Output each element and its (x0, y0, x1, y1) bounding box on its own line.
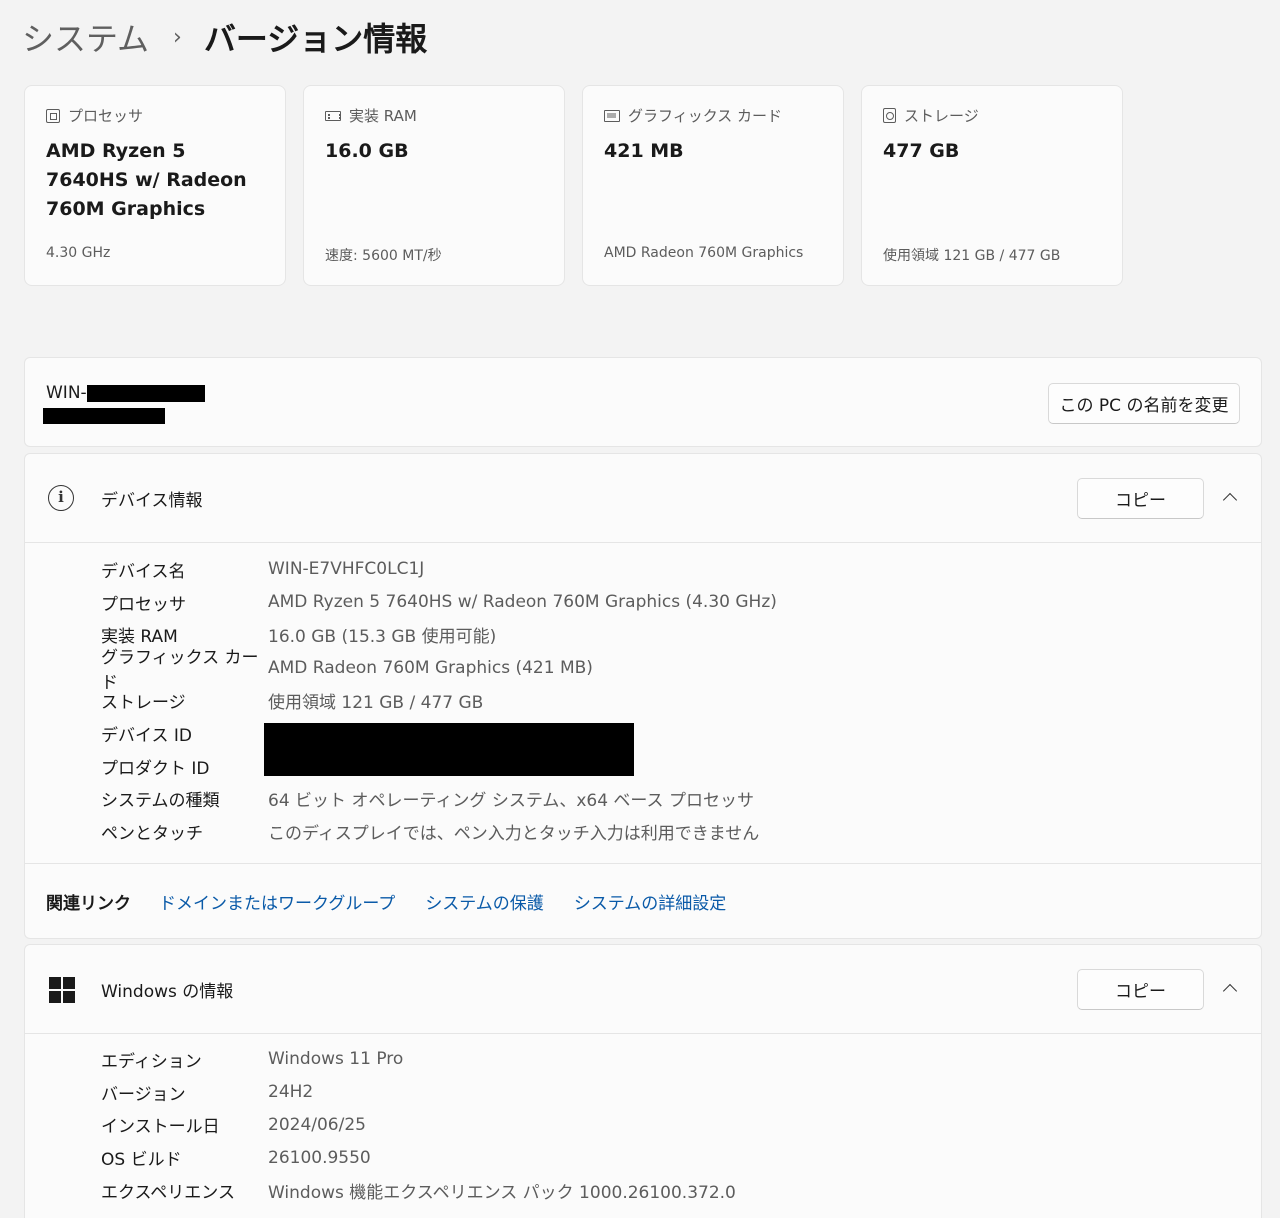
graphics-card: グラフィックス カード 421 MB AMD Radeon 760M Graph… (582, 85, 844, 286)
info-row: デバイス名 WIN-E7VHFC0LC1J (101, 553, 777, 586)
info-row: ペンとタッチ このディスプレイでは、ペン入力とタッチ入力は利用できません (101, 815, 777, 848)
domain-workgroup-link[interactable]: ドメインまたはワークグループ (159, 889, 395, 914)
section-title: Windows の情報 (101, 982, 234, 1002)
windows-info-rows: エディション Windows 11 Pro バージョン 24H2 インストール日 20… (101, 1043, 736, 1207)
card-value: 16.0 GB (325, 140, 409, 162)
card-value: 421 MB (604, 140, 684, 162)
breadcrumb-separator: › (173, 24, 182, 50)
card-value: 477 GB (883, 140, 960, 162)
advanced-system-settings-link[interactable]: システムの詳細設定 (574, 889, 727, 914)
row-value: Windows 11 Pro (268, 1049, 404, 1070)
card-title: プロセッサ (68, 107, 144, 125)
windows-logo-icon (49, 977, 75, 1003)
storage-card: ストレージ 477 GB 使用領域 121 GB / 477 GB (861, 85, 1123, 286)
row-value: 64 ビット オペレーティング システム、x64 ベース プロセッサ (268, 791, 754, 812)
row-value: AMD Radeon 760M Graphics (421 MB) (268, 657, 593, 678)
info-row: エクスペリエンス Windows 機能エクスペリエンス パック 1000.2610… (101, 1174, 736, 1207)
card-title: ストレージ (904, 107, 979, 125)
row-label: エクスペリエンス (101, 1183, 235, 1204)
row-value: このディスプレイでは、ペン入力とタッチ入力は利用できません (268, 824, 760, 845)
info-row: バージョン 24H2 (101, 1076, 736, 1109)
ram-card: 実装 RAM 16.0 GB 速度: 5600 MT/秒 (303, 85, 565, 286)
windows-info-header[interactable]: Windows の情報 コピー (25, 945, 1261, 1034)
device-info-header[interactable]: i デバイス情報 コピー (25, 454, 1261, 543)
info-row: ストレージ 使用領域 121 GB / 477 GB (101, 684, 777, 717)
card-subtext: 使用領域 121 GB / 477 GB (883, 248, 1061, 264)
card-subtext: 速度: 5600 MT/秒 (325, 248, 442, 264)
row-value: WIN-E7VHFC0LC1J (268, 559, 425, 580)
related-links-label: 関連リンク (46, 894, 131, 914)
pc-name: WIN- (46, 383, 205, 403)
chevron-up-icon[interactable] (1222, 490, 1238, 506)
info-row: システムの種類 64 ビット オペレーティング システム、x64 ベース プロセッ… (101, 783, 777, 816)
card-subtext: 4.30 GHz (46, 245, 111, 261)
info-icon: i (48, 485, 74, 511)
row-value: 26100.9550 (268, 1147, 371, 1168)
copy-windows-info-button[interactable]: コピー (1077, 969, 1204, 1010)
graphics-card-icon (604, 109, 620, 122)
pc-name-panel: WIN- この PC の名前を変更 (24, 357, 1262, 447)
card-title: グラフィックス カード (628, 107, 783, 125)
rename-pc-button[interactable]: この PC の名前を変更 (1048, 383, 1240, 424)
redaction-box (86, 384, 205, 402)
related-links: 関連リンク ドメインまたはワークグループ システムの保護 システムの詳細設定 (25, 863, 1261, 939)
breadcrumb-system-link[interactable]: システム (22, 14, 149, 60)
row-value: 24H2 (268, 1082, 314, 1103)
processor-icon (46, 108, 60, 123)
row-value: 使用領域 121 GB / 477 GB (268, 693, 484, 714)
storage-icon (883, 108, 896, 123)
row-label: OS ビルド (101, 1150, 182, 1171)
row-label: ペンとタッチ (101, 824, 203, 845)
row-label: インストール日 (101, 1117, 220, 1138)
spec-cards: プロセッサ AMD Ryzen 5 7640HS w/ Radeon 760M … (24, 85, 1123, 286)
row-label: ストレージ (101, 693, 186, 714)
card-title: 実装 RAM (349, 107, 417, 125)
copy-device-info-button[interactable]: コピー (1077, 478, 1204, 519)
redaction-box (43, 408, 165, 424)
device-info-panel: i デバイス情報 コピー デバイス名 WIN-E7VHFC0LC1J プロセッサ A… (24, 453, 1262, 939)
row-label: デバイス ID (101, 725, 192, 746)
row-value: Windows 機能エクスペリエンス パック 1000.26100.372.0 (268, 1183, 736, 1204)
info-row: グラフィックス カード AMD Radeon 760M Graphics (421… (101, 648, 777, 693)
row-label: グラフィックス カード (101, 647, 259, 693)
info-row: エディション Windows 11 Pro (101, 1043, 736, 1076)
chevron-up-icon[interactable] (1222, 981, 1238, 997)
row-label: プロセッサ (101, 594, 186, 615)
row-value: 2024/06/25 (268, 1114, 366, 1135)
pc-name-prefix: WIN- (46, 383, 87, 403)
row-label: システムの種類 (101, 791, 220, 812)
card-value: AMD Ryzen 5 7640HS w/ Radeon 760M Graphi… (46, 140, 247, 220)
section-title: デバイス情報 (101, 491, 203, 511)
page-title: バージョン情報 (203, 20, 428, 58)
info-row: プロセッサ AMD Ryzen 5 7640HS w/ Radeon 760M G… (101, 586, 777, 619)
row-value: AMD Ryzen 5 7640HS w/ Radeon 760M Graphi… (268, 592, 777, 613)
info-row: インストール日 2024/06/25 (101, 1109, 736, 1142)
ram-icon (325, 110, 341, 121)
device-info-rows: デバイス名 WIN-E7VHFC0LC1J プロセッサ AMD Ryzen 5 76… (101, 553, 777, 848)
row-label: デバイス名 (101, 561, 186, 582)
card-subtext: AMD Radeon 760M Graphics (604, 245, 804, 261)
row-value: 16.0 GB (15.3 GB 使用可能) (268, 627, 497, 648)
row-label: プロダクト ID (101, 758, 210, 779)
system-protection-link[interactable]: システムの保護 (425, 889, 544, 914)
row-label: エディション (101, 1051, 202, 1072)
info-row: OS ビルド 26100.9550 (101, 1141, 736, 1174)
windows-info-panel: Windows の情報 コピー エディション Windows 11 Pro バージ… (24, 944, 1262, 1218)
breadcrumb: システム › バージョン情報 (22, 14, 427, 60)
row-label: バージョン (101, 1084, 186, 1105)
redaction-box (264, 723, 634, 776)
processor-card: プロセッサ AMD Ryzen 5 7640HS w/ Radeon 760M … (24, 85, 286, 286)
